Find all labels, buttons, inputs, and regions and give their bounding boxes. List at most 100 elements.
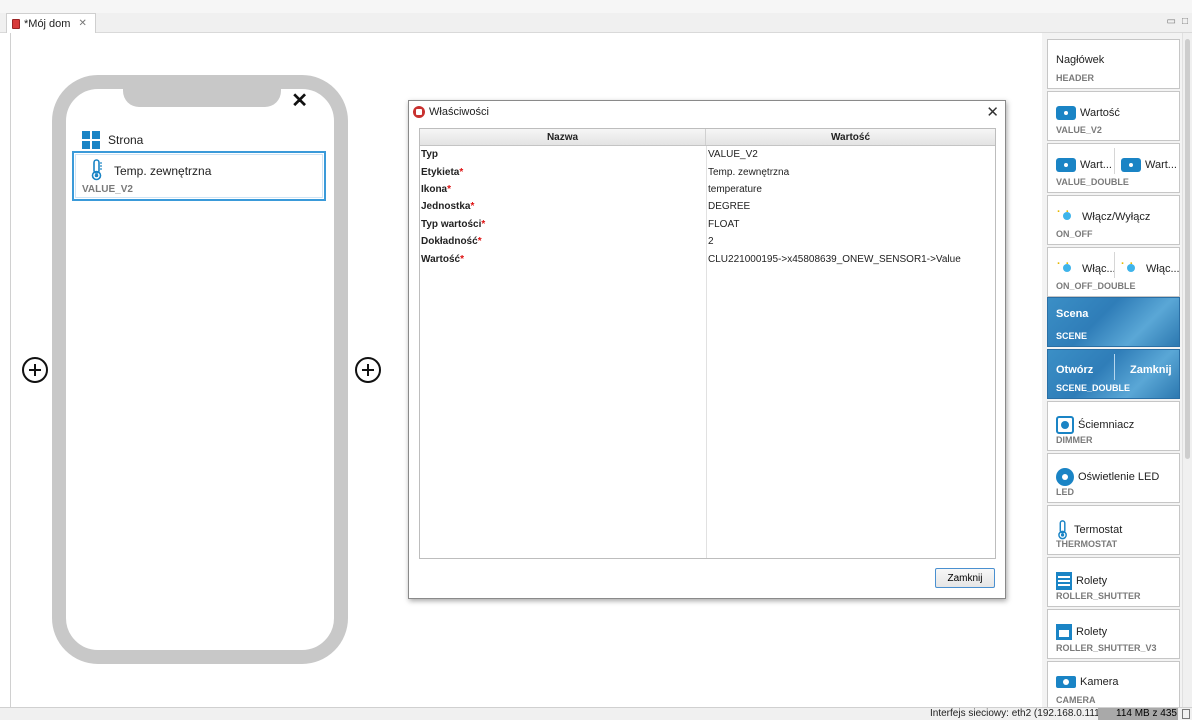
table-row[interactable]: Etykieta* Temp. zewnętrzna: [420, 163, 995, 180]
property-value: DEGREE: [708, 201, 751, 213]
light-bulb-icon: [1056, 206, 1078, 224]
value-widget[interactable]: Temp. zewnętrzna VALUE_V2: [72, 151, 326, 201]
property-value: 2: [708, 236, 714, 248]
palette-item-label: Włąc...: [1082, 263, 1116, 275]
dimmer-icon: [1056, 416, 1074, 434]
palette-item-value[interactable]: Wartość VALUE_V2: [1047, 91, 1180, 141]
table-row[interactable]: Jednostka* DEGREE: [420, 198, 995, 215]
palette-item-on-off-double[interactable]: Włąc... Włąc... ON_OFF_DOUBLE: [1047, 247, 1180, 297]
required-marker: *: [460, 253, 464, 265]
palette-item-dimmer[interactable]: Ściemniacz DIMMER: [1047, 401, 1180, 451]
required-marker: *: [459, 166, 464, 178]
tab-close-icon[interactable]: ✕: [78, 18, 86, 29]
widget-palette: Nagłówek HEADER Wartość VALUE_V2 Wart...…: [1042, 33, 1182, 707]
palette-item-led[interactable]: Oświetlenie LED LED: [1047, 453, 1180, 503]
value-icon: [1121, 158, 1141, 172]
tab-title: *Mój dom: [24, 17, 71, 30]
value-icon: [1056, 106, 1076, 120]
palette-item-type: VALUE_DOUBLE: [1056, 177, 1129, 187]
thermometer-icon: [91, 159, 102, 181]
palette-item-type: DIMMER: [1056, 435, 1093, 445]
palette-item-label: Rolety: [1076, 626, 1108, 638]
palette-item-camera[interactable]: Kamera CAMERA: [1047, 661, 1180, 707]
table-row[interactable]: Dokładność* 2: [420, 233, 995, 250]
tab-moj-dom[interactable]: *Mój dom ✕: [6, 13, 96, 33]
palette-item-label: Termostat: [1074, 524, 1123, 536]
required-marker: *: [481, 218, 486, 230]
widget-type: VALUE_V2: [82, 184, 133, 195]
palette-item-thermostat[interactable]: Termostat THERMOSTAT: [1047, 505, 1180, 555]
palette-item-type: ON_OFF_DOUBLE: [1056, 281, 1136, 291]
dialog-titlebar: Właściwości: [409, 101, 1005, 123]
property-value: CLU221000195->x45808639_ONEW_SENSOR1->Va…: [708, 253, 961, 265]
palette-item-type: ON_OFF: [1056, 229, 1093, 239]
required-marker: *: [470, 201, 475, 213]
palette-item-type: ROLLER_SHUTTER: [1056, 591, 1141, 601]
page-label: Strona: [108, 133, 144, 147]
property-name: Typ: [421, 149, 439, 161]
palette-item-label: Wart...: [1080, 159, 1112, 171]
palette-item-scene[interactable]: Scena SCENE: [1047, 297, 1180, 347]
scrollbar-thumb[interactable]: [1185, 39, 1190, 459]
palette-item-label: Wart...: [1145, 159, 1177, 171]
window-controls: ▭ □: [1167, 16, 1189, 27]
palette-item-type: HEADER: [1056, 73, 1095, 83]
add-page-right-icon[interactable]: [355, 357, 381, 383]
document-icon: [12, 18, 20, 29]
led-light-icon: [1056, 468, 1074, 486]
thermometer-icon: [1058, 520, 1067, 540]
palette-item-header[interactable]: Nagłówek HEADER: [1047, 39, 1180, 89]
palette-item-label: Nagłówek: [1056, 54, 1105, 66]
network-interface-status: Interfejs sieciowy: eth2 (192.168.0.111): [930, 708, 1104, 719]
palette-item-label: Włącz/Wyłącz: [1082, 211, 1151, 223]
table-row[interactable]: Ikona* temperature: [420, 181, 995, 198]
palette-item-type: CAMERA: [1056, 695, 1096, 705]
page-grid-icon: [82, 131, 100, 149]
palette-scrollbar[interactable]: [1182, 33, 1192, 707]
palette-item-type: VALUE_V2: [1056, 125, 1102, 135]
palette-item-scene-double[interactable]: Otwórz Zamknij SCENE_DOUBLE: [1047, 349, 1180, 399]
palette-item-label: Ściemniacz: [1078, 419, 1135, 431]
garbage-collect-icon[interactable]: [1182, 709, 1190, 719]
roller-shutter-icon: [1056, 572, 1072, 590]
roller-shutter-icon: [1056, 624, 1072, 640]
palette-item-value-double[interactable]: Wart... Wart... VALUE_DOUBLE: [1047, 143, 1180, 193]
close-button[interactable]: Zamknij: [935, 568, 995, 588]
maximize-icon[interactable]: □: [1182, 16, 1188, 27]
property-value: temperature: [708, 183, 762, 195]
value-icon: [1056, 158, 1076, 172]
required-marker: *: [447, 183, 452, 195]
minimize-icon[interactable]: ▭: [1167, 16, 1176, 27]
properties-table: Nazwa Wartość Typ VALUE_V2 Etykieta* Tem…: [419, 128, 996, 559]
palette-item-label: Scena: [1056, 308, 1089, 320]
palette-item-label: Oświetlenie LED: [1078, 471, 1160, 483]
table-row[interactable]: Typ VALUE_V2: [420, 146, 995, 163]
required-marker: *: [477, 236, 482, 248]
table-header: Nazwa Wartość: [420, 129, 995, 146]
property-value: VALUE_V2: [708, 149, 758, 161]
remove-page-icon[interactable]: ✕: [291, 91, 308, 111]
palette-item-on-off[interactable]: Włącz/Wyłącz ON_OFF: [1047, 195, 1180, 245]
palette-item-label: Zamknij: [1130, 364, 1172, 376]
properties-dialog: Właściwości ✕ Nazwa Wartość Typ VALUE_V2…: [408, 100, 1006, 599]
add-page-left-icon[interactable]: [22, 357, 48, 383]
widget-label: Temp. zewnętrzna: [114, 164, 212, 178]
table-row[interactable]: Wartość* CLU221000195->x45808639_ONEW_SE…: [420, 250, 995, 267]
palette-item-type: SCENE_DOUBLE: [1056, 383, 1131, 393]
palette-item-label: Rolety: [1076, 575, 1108, 587]
column-header-name[interactable]: Nazwa: [420, 129, 706, 145]
table-row[interactable]: Typ wartości* FLOAT: [420, 216, 995, 233]
column-header-value[interactable]: Wartość: [706, 129, 995, 145]
memory-usage: 114 MB z 435 MB: [1098, 708, 1178, 720]
property-name: Wartość*: [421, 253, 464, 265]
app-logo-icon: [413, 106, 425, 118]
palette-item-roller-shutter-v3[interactable]: Rolety ROLLER_SHUTTER_V3: [1047, 609, 1180, 659]
dialog-close-icon[interactable]: ✕: [986, 103, 999, 121]
palette-item-type: ROLLER_SHUTTER_V3: [1056, 643, 1157, 653]
dialog-title: Właściwości: [429, 106, 489, 118]
phone-preview: ✕ Strona Temp. zewnętrzna VALUE_V2: [52, 75, 348, 664]
palette-item-roller-shutter[interactable]: Rolety ROLLER_SHUTTER: [1047, 557, 1180, 607]
page-header[interactable]: Strona: [82, 131, 143, 149]
light-bulb-icon: [1120, 258, 1142, 276]
palette-item-type: SCENE: [1056, 331, 1088, 341]
